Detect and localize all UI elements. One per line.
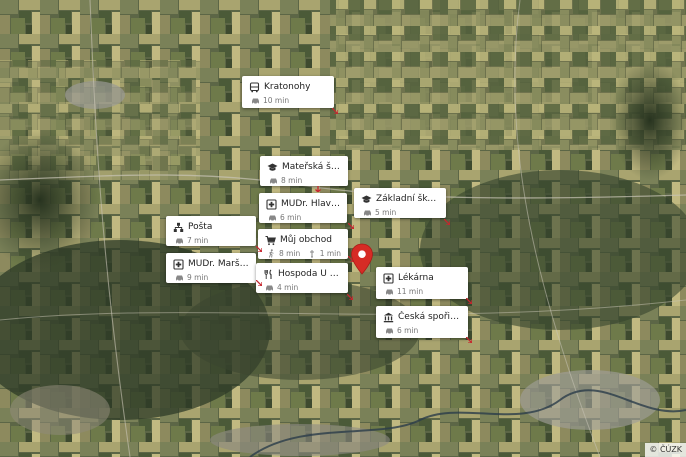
travel-time-secondary: 1 min xyxy=(319,249,341,258)
poi-name: MUDr. Maršálek ... xyxy=(188,259,249,269)
school-icon xyxy=(361,194,372,205)
pointer-arrow-icon xyxy=(256,246,262,252)
pointer-arrow-icon xyxy=(315,186,321,192)
post-office-icon xyxy=(173,222,184,233)
bank-icon xyxy=(383,312,394,323)
poi-name: Lékárna xyxy=(398,273,434,283)
poi-card-mudr-marsalek[interactable]: MUDr. Maršálek ... 9 min xyxy=(166,253,256,283)
location-pin-icon[interactable] xyxy=(350,243,374,275)
car-icon xyxy=(175,236,184,245)
poi-name: Česká spořitelna xyxy=(398,312,461,322)
map-view[interactable]: Kratonohy 10 min Mateřská škola R... 8 m… xyxy=(0,0,686,457)
travel-time: 7 min xyxy=(187,236,209,245)
travel-time: 4 min xyxy=(277,283,299,292)
travel-time: 8 min xyxy=(281,176,303,185)
car-icon xyxy=(385,326,394,335)
pointer-arrow-icon xyxy=(466,337,472,343)
poi-card-materska-skola[interactable]: Mateřská škola R... 8 min xyxy=(260,156,348,186)
poi-card-hospoda-u-vaclava[interactable]: Hospoda U Václava 4 min xyxy=(256,263,348,293)
pointer-arrow-icon xyxy=(332,108,338,114)
car-icon xyxy=(268,213,277,222)
car-icon xyxy=(175,273,184,282)
pointer-arrow-icon xyxy=(444,219,450,225)
car-icon xyxy=(251,96,260,105)
travel-time: 11 min xyxy=(397,287,424,296)
car-icon xyxy=(363,208,372,217)
medical-cross-icon xyxy=(383,272,394,284)
car-icon xyxy=(269,176,278,185)
travel-time: 10 min xyxy=(263,96,290,105)
restaurant-icon xyxy=(263,269,274,280)
pointer-arrow-icon xyxy=(466,298,472,304)
poi-name: Pošta xyxy=(188,222,213,232)
pointer-arrow-icon xyxy=(256,280,262,286)
poi-card-ceska-sporitelna[interactable]: Česká spořitelna 6 min xyxy=(376,306,468,338)
poi-card-posta[interactable]: Pošta 7 min xyxy=(166,216,256,246)
travel-time: 9 min xyxy=(187,273,209,282)
poi-name: Základní škola Ro... xyxy=(376,194,439,204)
bus-icon xyxy=(249,81,260,93)
pointer-arrow-icon xyxy=(348,223,354,229)
poi-name: MUDr. Hlaváčkov... xyxy=(281,199,340,209)
poi-name: Mateřská škola R... xyxy=(282,162,341,172)
car-icon xyxy=(385,287,394,296)
poi-card-lekarna[interactable]: Lékárna 11 min xyxy=(376,267,468,299)
poi-card-kratonohy[interactable]: Kratonohy 10 min xyxy=(242,76,334,108)
poi-name: Můj obchod xyxy=(280,235,332,245)
travel-time: 6 min xyxy=(280,213,302,222)
travel-time: 6 min xyxy=(397,326,419,335)
travel-time: 5 min xyxy=(375,208,397,217)
medical-cross-icon xyxy=(266,198,277,210)
shopping-cart-icon xyxy=(265,235,276,246)
walk-icon xyxy=(267,249,276,258)
pointer-arrow-icon xyxy=(347,294,353,300)
bike-icon xyxy=(308,249,317,258)
poi-name: Hospoda U Václava xyxy=(278,269,341,279)
car-icon xyxy=(265,283,274,292)
poi-card-mudr-hlavackova[interactable]: MUDr. Hlaváčkov... 6 min xyxy=(259,193,347,223)
poi-card-zakladni-skola[interactable]: Základní škola Ro... 5 min xyxy=(354,188,446,218)
school-icon xyxy=(267,162,278,173)
poi-card-muj-obchod[interactable]: Můj obchod 8 min 1 min xyxy=(258,229,348,259)
medical-cross-icon xyxy=(173,258,184,270)
map-copyright: © ČÚZK xyxy=(645,443,686,457)
poi-name: Kratonohy xyxy=(264,82,311,92)
travel-time: 8 min xyxy=(279,249,301,258)
